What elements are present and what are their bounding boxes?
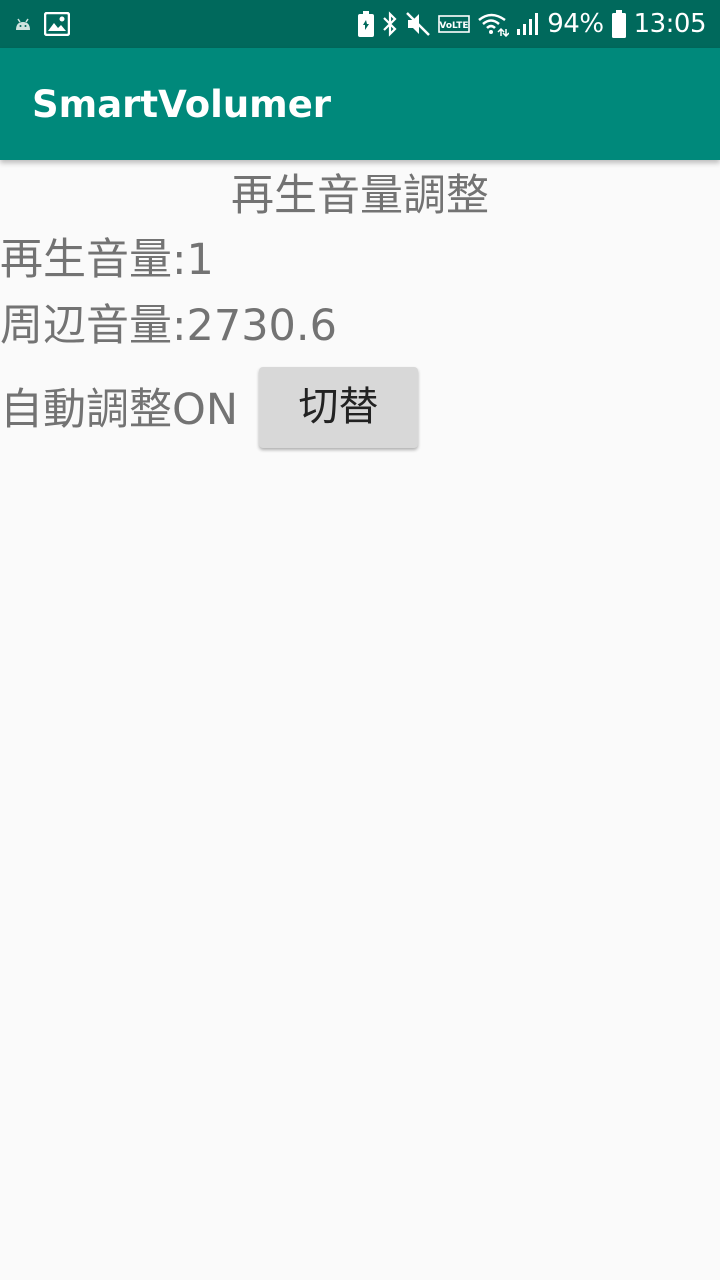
playback-volume-label: 再生音量:1 <box>0 235 214 285</box>
app-bar: SmartVolumer <box>0 48 720 160</box>
auto-adjust-status: 自動調整ON <box>0 385 239 435</box>
signal-icon <box>516 12 540 36</box>
status-right: VoLTE 94% 13:05 <box>350 9 707 39</box>
status-left <box>14 12 82 36</box>
clock: 13:05 <box>633 9 707 39</box>
status-bar: VoLTE 94% 13:05 <box>0 0 720 48</box>
app-title: SmartVolumer <box>32 83 332 126</box>
ambient-volume-label: 周辺音量:2730.6 <box>0 301 337 351</box>
battery-icon <box>611 10 627 38</box>
battery-saver-icon <box>357 11 375 37</box>
page-title: 再生音量調整 <box>231 171 489 221</box>
volte-icon: VoLTE <box>438 15 471 33</box>
mute-icon <box>405 11 431 37</box>
android-icon <box>14 16 32 32</box>
toggle-button[interactable]: 切替 <box>259 367 418 448</box>
svg-text:VoLTE: VoLTE <box>440 21 469 31</box>
wifi-icon <box>477 11 510 37</box>
image-icon <box>44 12 70 36</box>
bluetooth-icon <box>382 11 398 37</box>
battery-percent: 94% <box>547 9 604 39</box>
